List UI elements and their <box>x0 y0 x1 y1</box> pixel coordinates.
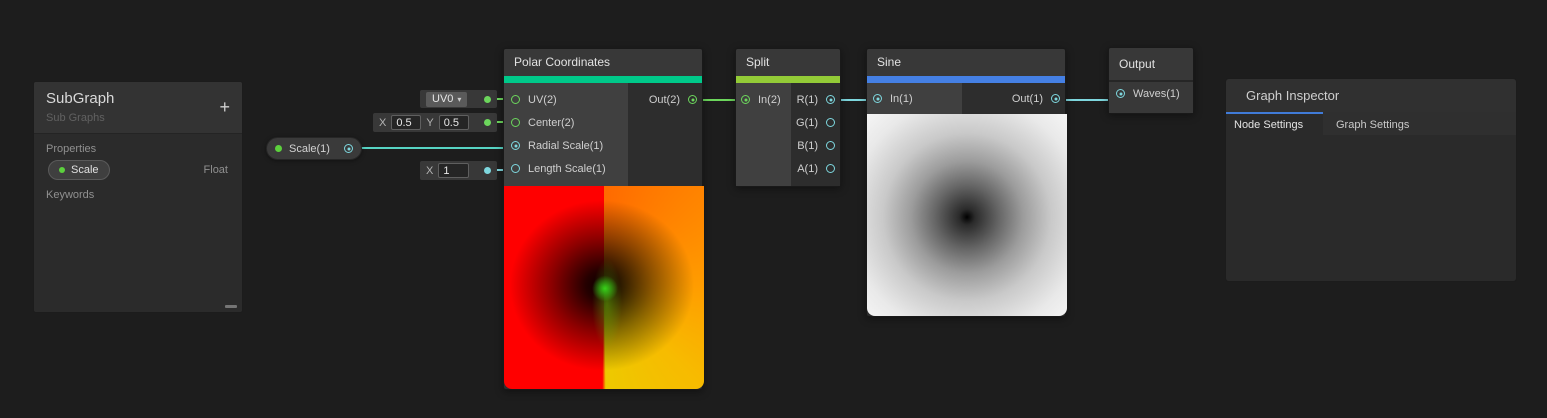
port-out1[interactable] <box>1051 94 1060 103</box>
port-label: G(1) <box>796 117 818 129</box>
node-accent-bar <box>736 76 840 83</box>
port-label: Center(2) <box>528 117 574 129</box>
blackboard-panel[interactable]: SubGraph + Sub Graphs Properties Scale F… <box>33 81 243 313</box>
port-row-out: Out(2) <box>628 88 702 111</box>
port-label: Out(1) <box>1012 93 1043 105</box>
center-y-label: Y <box>426 117 433 129</box>
node-accent-bar <box>867 76 1065 83</box>
graph-inspector-panel[interactable]: Graph Inspector Node Settings Graph Sett… <box>1225 78 1517 282</box>
port-uv-in[interactable] <box>511 95 520 104</box>
port-row-out1: Out(1) <box>962 87 1065 110</box>
node-body: In(1) Out(1) <box>867 83 1065 114</box>
port-label: Length Scale(1) <box>528 163 606 175</box>
node-output[interactable]: Output Waves(1) <box>1108 47 1194 114</box>
property-pill-label: Scale <box>71 164 99 176</box>
center-default-widget: X 0.5 Y 0.5 <box>373 113 497 132</box>
property-pill-scale[interactable]: Scale <box>48 160 110 180</box>
blackboard-subtitle: Sub Graphs <box>46 112 230 124</box>
tab-node-settings[interactable]: Node Settings <box>1226 112 1323 135</box>
node-body: UV(2) Center(2) Radial Scale(1) Length S… <box>504 83 702 186</box>
tab-graph-settings[interactable]: Graph Settings <box>1323 112 1516 135</box>
length-x-field[interactable]: 1 <box>438 163 469 178</box>
polar-coordinates-preview <box>504 186 704 389</box>
port-in2[interactable] <box>741 95 750 104</box>
keywords-section-label: Keywords <box>34 180 242 206</box>
properties-section-label: Properties <box>34 134 242 160</box>
port-a-out[interactable] <box>826 164 835 173</box>
property-row: Scale Float <box>34 160 242 180</box>
port-label: Out(2) <box>649 94 680 106</box>
node-split[interactable]: Split In(2) R(1) G(1) B(1) <box>735 48 841 187</box>
port-scale-out[interactable] <box>344 144 353 153</box>
sine-preview <box>867 114 1067 316</box>
uv-channel-value: UV0 <box>432 92 453 107</box>
property-node-label: Scale(1) <box>289 143 330 155</box>
port-label: UV(2) <box>528 94 557 106</box>
port-row-length-scale: Length Scale(1) <box>504 157 628 180</box>
port-row-radial-scale: Radial Scale(1) <box>504 134 628 157</box>
length-scale-default-widget: X 1 <box>420 161 497 180</box>
node-title[interactable]: Output <box>1109 48 1193 82</box>
port-g-out[interactable] <box>826 118 835 127</box>
add-property-icon[interactable]: + <box>219 98 230 116</box>
port-center-in[interactable] <box>511 118 520 127</box>
port-radial-scale-in[interactable] <box>511 141 520 150</box>
node-sine[interactable]: Sine In(1) Out(1) <box>866 48 1066 317</box>
port-row-b: B(1) <box>791 134 840 157</box>
port-r-out[interactable] <box>826 95 835 104</box>
widget-port-dot <box>484 167 491 174</box>
port-b-out[interactable] <box>826 141 835 150</box>
node-title[interactable]: Polar Coordinates <box>504 49 702 76</box>
port-label: Waves(1) <box>1133 88 1180 100</box>
uv-channel-dropdown[interactable]: UV0 ▾ <box>426 92 467 107</box>
blackboard-header: SubGraph + Sub Graphs <box>34 82 242 134</box>
port-row-uv: UV(2) <box>504 88 628 111</box>
graph-inspector-title: Graph Inspector <box>1226 79 1516 112</box>
port-row-g: G(1) <box>791 111 840 134</box>
port-label: In(1) <box>890 93 913 105</box>
center-x-label: X <box>379 117 386 129</box>
property-dot-icon <box>275 145 282 152</box>
port-row-a: A(1) <box>791 157 840 180</box>
float-type-dot-icon <box>59 167 65 173</box>
port-row-r: R(1) <box>791 88 840 111</box>
node-body: Waves(1) <box>1109 82 1193 113</box>
property-type-label: Float <box>204 164 228 176</box>
inspector-tabs: Node Settings Graph Settings <box>1226 112 1516 135</box>
port-label: In(2) <box>758 94 781 106</box>
port-row-waves: Waves(1) <box>1109 82 1193 105</box>
shader-graph-canvas[interactable]: SubGraph + Sub Graphs Properties Scale F… <box>0 0 1547 418</box>
port-label: R(1) <box>797 94 818 106</box>
node-body: In(2) R(1) G(1) B(1) A(1) <box>736 83 840 186</box>
chevron-down-icon: ▾ <box>457 92 461 107</box>
node-accent-bar <box>504 76 702 83</box>
port-row-center: Center(2) <box>504 111 628 134</box>
port-row-in1: In(1) <box>867 87 962 110</box>
uv-channel-widget: UV0 ▾ <box>420 90 497 108</box>
port-out2[interactable] <box>688 95 697 104</box>
node-title[interactable]: Sine <box>867 49 1065 76</box>
resize-handle[interactable] <box>225 305 237 308</box>
length-x-label: X <box>426 165 433 177</box>
port-in1[interactable] <box>873 94 882 103</box>
port-row-in2: In(2) <box>736 88 791 111</box>
wire-scale-to-radialscale[interactable] <box>349 147 515 149</box>
inspector-body <box>1226 135 1516 281</box>
port-waves-in[interactable] <box>1116 89 1125 98</box>
port-label: B(1) <box>797 140 818 152</box>
port-label: Radial Scale(1) <box>528 140 603 152</box>
widget-port-dot <box>484 96 491 103</box>
blackboard-title: SubGraph <box>46 90 230 107</box>
node-title[interactable]: Split <box>736 49 840 76</box>
node-polar-coordinates[interactable]: Polar Coordinates UV(2) Center(2) Radial… <box>503 48 703 390</box>
port-label: A(1) <box>797 163 818 175</box>
property-node-scale[interactable]: Scale(1) <box>266 137 362 160</box>
widget-port-dot <box>484 119 491 126</box>
center-y-field[interactable]: 0.5 <box>439 115 469 130</box>
center-x-field[interactable]: 0.5 <box>391 115 421 130</box>
port-length-scale-in[interactable] <box>511 164 520 173</box>
